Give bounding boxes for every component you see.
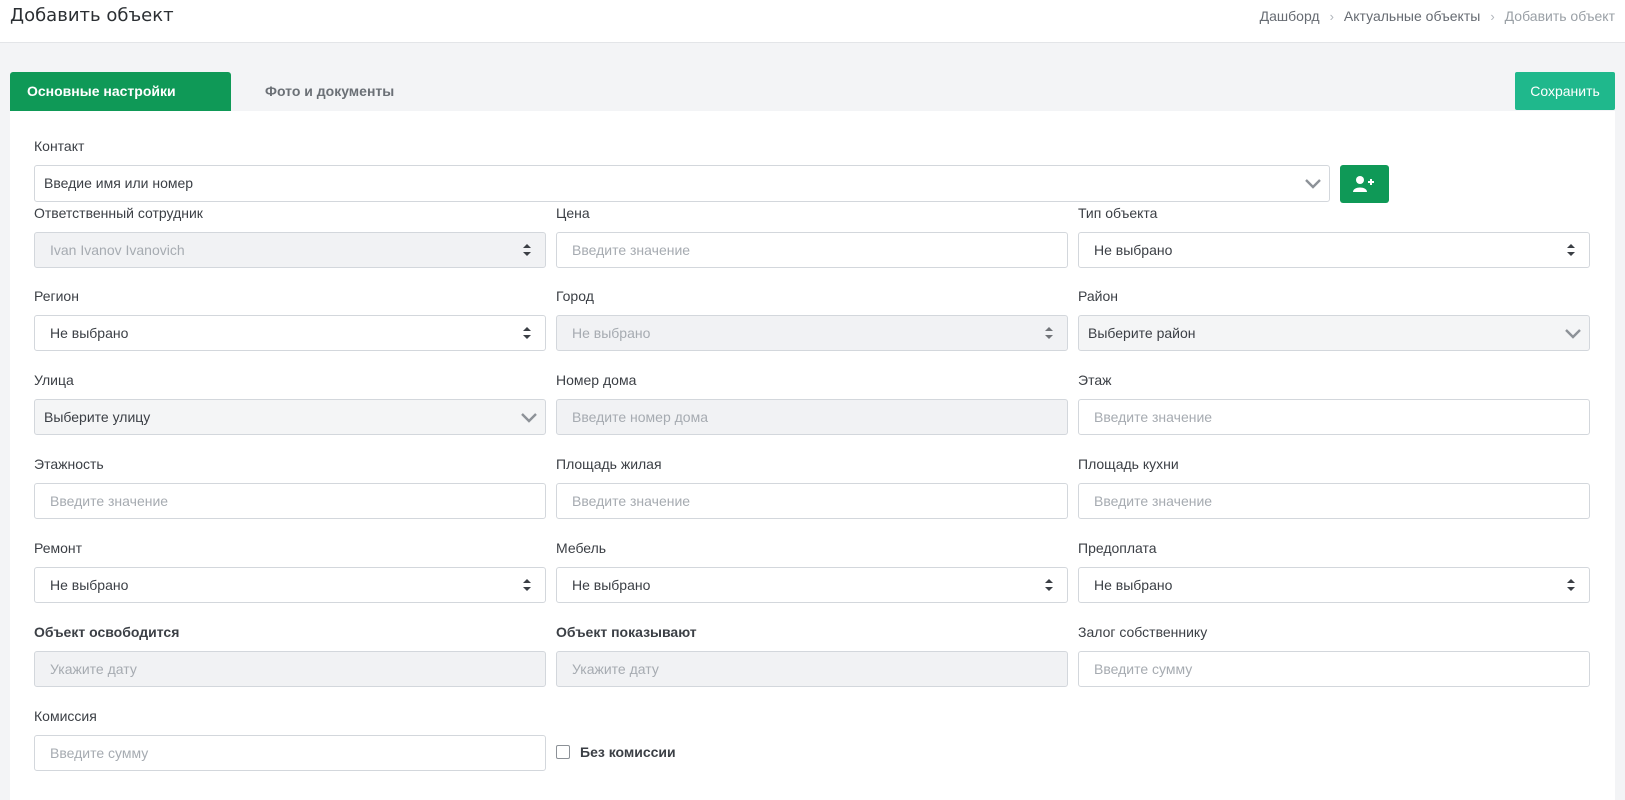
- tab-main-settings[interactable]: Основные настройки объекта: [10, 72, 231, 138]
- commission-input[interactable]: [34, 735, 546, 771]
- renovation-value: Не выбрано: [50, 577, 129, 593]
- shown-from-label: Объект показывают: [556, 624, 697, 640]
- object-type-select[interactable]: Не выбрано: [1078, 232, 1590, 268]
- sort-arrows-icon: [1567, 579, 1575, 591]
- add-contact-button[interactable]: [1340, 165, 1389, 203]
- responsible-value: Ivan Ivanov Ivanovich: [50, 242, 185, 258]
- chevron-down-icon: [521, 413, 537, 423]
- commission-label: Комиссия: [34, 708, 97, 724]
- street-label: Улица: [34, 372, 74, 388]
- district-value: Выберите район: [1088, 325, 1196, 341]
- sort-arrows-icon: [1045, 579, 1053, 591]
- contact-placeholder: Введие имя или номер: [44, 175, 194, 191]
- sort-arrows-icon: [1567, 244, 1575, 256]
- breadcrumb-dashboard[interactable]: Дашборд: [1260, 8, 1320, 24]
- living-area-label: Площадь жилая: [556, 456, 662, 472]
- sort-arrows-icon: [523, 244, 531, 256]
- prepayment-value: Не выбрано: [1094, 577, 1173, 593]
- city-value: Не выбрано: [572, 325, 651, 341]
- house-number-input[interactable]: [556, 399, 1068, 435]
- house-number-label: Номер дома: [556, 372, 637, 388]
- prepayment-label: Предоплата: [1078, 540, 1157, 556]
- prepayment-select[interactable]: Не выбрано: [1078, 567, 1590, 603]
- responsible-select[interactable]: Ivan Ivanov Ivanovich: [34, 232, 546, 268]
- available-from-date-input[interactable]: [34, 651, 546, 687]
- breadcrumb: Дашборд › Актуальные объекты › Добавить …: [1260, 8, 1615, 24]
- shown-from-date-input[interactable]: [556, 651, 1068, 687]
- no-commission-checkbox[interactable]: [556, 745, 570, 759]
- page-title: Добавить объект: [10, 5, 174, 26]
- city-label: Город: [556, 288, 594, 304]
- furniture-label: Мебель: [556, 540, 607, 556]
- breadcrumb-current-objects[interactable]: Актуальные объекты: [1344, 8, 1480, 24]
- sort-arrows-icon: [523, 579, 531, 591]
- floors-total-label: Этажность: [34, 456, 104, 472]
- living-area-input[interactable]: [556, 483, 1068, 519]
- floor-label: Этаж: [1078, 372, 1112, 388]
- object-type-value: Не выбрано: [1094, 242, 1173, 258]
- no-commission-label[interactable]: Без комиссии: [580, 744, 676, 760]
- furniture-value: Не выбрано: [572, 577, 651, 593]
- contact-select[interactable]: Введие имя или номер: [34, 165, 1330, 202]
- save-button[interactable]: Сохранить: [1515, 72, 1615, 110]
- city-select[interactable]: Не выбрано: [556, 315, 1068, 351]
- kitchen-area-input[interactable]: [1078, 483, 1590, 519]
- top-bar: Добавить объект Дашборд › Актуальные объ…: [0, 0, 1625, 43]
- furniture-select[interactable]: Не выбрано: [556, 567, 1068, 603]
- chevron-down-icon: [1565, 329, 1581, 339]
- chevron-right-icon: ›: [1329, 8, 1334, 24]
- deposit-input[interactable]: [1078, 651, 1590, 687]
- floors-total-input[interactable]: [34, 483, 546, 519]
- floor-input[interactable]: [1078, 399, 1590, 435]
- region-value: Не выбрано: [50, 325, 129, 341]
- kitchen-area-label: Площадь кухни: [1078, 456, 1179, 472]
- district-select[interactable]: Выберите район: [1078, 315, 1590, 351]
- price-input[interactable]: [556, 232, 1068, 268]
- region-select[interactable]: Не выбрано: [34, 315, 546, 351]
- breadcrumb-add-object: Добавить объект: [1504, 8, 1615, 24]
- region-label: Регион: [34, 288, 79, 304]
- sort-arrows-icon: [1045, 327, 1053, 339]
- deposit-label: Залог собственнику: [1078, 624, 1208, 640]
- object-type-label: Тип объекта: [1078, 205, 1158, 221]
- renovation-select[interactable]: Не выбрано: [34, 567, 546, 603]
- renovation-label: Ремонт: [34, 540, 83, 556]
- chevron-down-icon: [1305, 179, 1321, 189]
- form-panel: [10, 111, 1615, 800]
- responsible-label: Ответственный сотрудник: [34, 205, 203, 221]
- chevron-right-icon: ›: [1490, 8, 1495, 24]
- sort-arrows-icon: [523, 327, 531, 339]
- price-label: Цена: [556, 205, 590, 221]
- available-from-label: Объект освободится: [34, 624, 180, 640]
- street-value: Выберите улицу: [44, 409, 151, 425]
- tab-photos-documents[interactable]: Фото и документы: [248, 72, 411, 111]
- district-label: Район: [1078, 288, 1118, 304]
- contact-label: Контакт: [34, 138, 85, 154]
- user-plus-icon: [1353, 176, 1374, 192]
- street-select[interactable]: Выберите улицу: [34, 399, 546, 435]
